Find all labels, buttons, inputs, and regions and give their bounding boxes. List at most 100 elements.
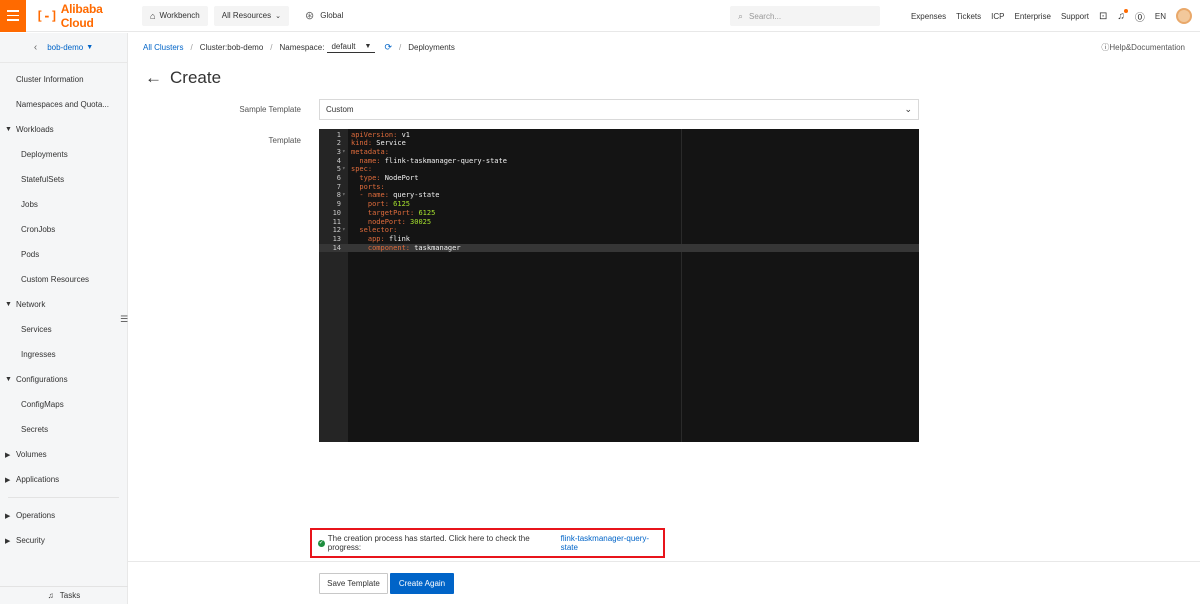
icp-link[interactable]: ICP	[991, 12, 1004, 21]
create-again-button[interactable]: Create Again	[390, 573, 454, 594]
workbench-button[interactable]: ⌂ Workbench	[142, 5, 208, 26]
success-check-icon: ✓	[318, 539, 325, 547]
fold-toggle-icon[interactable]: ▾	[342, 148, 346, 157]
line-number: 14	[332, 243, 341, 252]
code-line[interactable]: 6 type: NodePort	[319, 174, 919, 183]
breadcrumb-cluster[interactable]: Cluster:bob-demo	[200, 43, 264, 52]
code-text: metadata:	[351, 147, 389, 156]
user-avatar[interactable]	[1176, 8, 1192, 24]
help-documentation-link[interactable]: ⓘHelp&Documentation	[1101, 42, 1185, 53]
creation-started-notice: ✓ The creation process has started. Clic…	[310, 528, 665, 558]
yaml-template-editor[interactable]: 1 apiVersion: v1 2 kind: Service 3 ▾ metadata:…	[319, 129, 919, 442]
line-number: 10	[332, 208, 341, 217]
back-chevron-icon[interactable]: ‹	[34, 42, 37, 53]
line-number: 7	[336, 182, 341, 191]
region-selector[interactable]: ⊛ Global	[305, 9, 343, 22]
code-line[interactable]: 1 apiVersion: v1	[319, 131, 919, 140]
sidebar-group-network[interactable]: ▼ Network	[0, 292, 127, 317]
code-line[interactable]: 9 port: 6125	[319, 200, 919, 209]
line-number: 9	[336, 200, 341, 209]
search-input[interactable]: ⌕ Search...	[730, 6, 880, 26]
code-line[interactable]: 5 ▾ spec:	[319, 165, 919, 174]
hamburger-menu-icon[interactable]	[0, 0, 26, 32]
namespace-label: Namespace:	[279, 43, 325, 52]
line-number: 2	[336, 139, 341, 148]
code-text: type: NodePort	[351, 174, 419, 182]
sidebar-item-cluster-information[interactable]: Cluster Information	[0, 67, 127, 92]
sidebar-group-applications[interactable]: ▶ Applications	[0, 467, 127, 492]
sidebar-item-namespaces[interactable]: Namespaces and Quota...	[0, 92, 127, 117]
sidebar-item-jobs[interactable]: Jobs	[0, 192, 127, 217]
code-line[interactable]: 2 kind: Service	[319, 139, 919, 148]
refresh-icon[interactable]: ⟳	[384, 42, 392, 53]
expanded-triangle-icon: ▼	[5, 301, 12, 308]
sidebar-item-custom-resources[interactable]: Custom Resources	[0, 267, 127, 292]
home-icon: ⌂	[150, 10, 156, 21]
sidebar-group-volumes[interactable]: ▶ Volumes	[0, 442, 127, 467]
cluster-selector[interactable]: ‹ bob-demo ▼	[0, 33, 127, 63]
back-arrow-icon[interactable]: ←	[145, 68, 162, 88]
code-line[interactable]: 7 ports:	[319, 183, 919, 192]
code-text: component: taskmanager	[351, 243, 461, 252]
code-line[interactable]: 8 ▾ - name: query-state	[319, 191, 919, 200]
fold-toggle-icon[interactable]: ▾	[342, 165, 346, 174]
sidebar: ‹ bob-demo ▼ Cluster Information Namespa…	[0, 33, 128, 604]
sidebar-item-deployments[interactable]: Deployments	[0, 142, 127, 167]
line-number: 12	[332, 226, 341, 235]
code-text: targetPort: 6125	[351, 208, 436, 217]
terminal-icon[interactable]: ⊡	[1099, 11, 1107, 22]
sidebar-group-security[interactable]: ▶ Security	[0, 528, 127, 553]
help-icon[interactable]: ⓪	[1135, 9, 1145, 24]
sidebar-item-configmaps[interactable]: ConfigMaps	[0, 392, 127, 417]
namespace-select[interactable]: default ▼	[327, 42, 376, 53]
code-text: kind: Service	[351, 139, 406, 148]
code-line[interactable]: 4 name: flink-taskmanager-query-state	[319, 157, 919, 166]
tasks-button[interactable]: ♫ Tasks	[0, 586, 128, 604]
sidebar-group-workloads[interactable]: ▼ Workloads	[0, 117, 127, 142]
line-number: 1	[336, 130, 341, 139]
sidebar-group-operations[interactable]: ▶ Operations	[0, 503, 127, 528]
caret-down-icon: ▼	[86, 44, 94, 51]
sidebar-collapse-handle-icon[interactable]: ☰	[120, 314, 128, 325]
code-line[interactable]: 11 nodePort: 30025	[319, 218, 919, 227]
globe-icon: ⊛	[305, 10, 315, 22]
code-line[interactable]: 3 ▾ metadata:	[319, 148, 919, 157]
alibaba-cloud-logo[interactable]: [-] Alibaba Cloud	[36, 2, 136, 30]
code-line[interactable]: 14 component: taskmanager	[319, 243, 919, 253]
line-number: 6	[336, 174, 341, 182]
template-label: Template	[268, 136, 301, 145]
sample-template-select[interactable]: Custom ⌄	[319, 99, 919, 120]
notification-bell-icon[interactable]: ♫	[1117, 8, 1128, 22]
fold-toggle-icon[interactable]: ▾	[342, 191, 346, 200]
expanded-triangle-icon: ▼	[5, 126, 12, 133]
sidebar-item-secrets[interactable]: Secrets	[0, 417, 127, 442]
sidebar-item-services[interactable]: Services	[0, 317, 127, 342]
code-line[interactable]: 12 ▾ selector:	[319, 226, 919, 235]
sidebar-item-ingresses[interactable]: Ingresses	[0, 342, 127, 367]
tickets-link[interactable]: Tickets	[956, 12, 981, 21]
code-text: nodePort: 30025	[351, 217, 432, 226]
sample-template-label: Sample Template	[239, 105, 301, 114]
support-link[interactable]: Support	[1061, 12, 1089, 21]
code-text: spec:	[351, 165, 373, 174]
language-switch[interactable]: EN	[1155, 12, 1166, 21]
all-resources-dropdown[interactable]: All Resources ⌄	[213, 5, 289, 26]
breadcrumb-all-clusters[interactable]: All Clusters	[143, 43, 183, 52]
line-number: 3	[336, 147, 341, 156]
sidebar-group-configurations[interactable]: ▼ Configurations	[0, 367, 127, 392]
caret-down-icon: ▼	[364, 43, 372, 50]
sidebar-item-statefulsets[interactable]: StatefulSets	[0, 167, 127, 192]
sidebar-item-pods[interactable]: Pods	[0, 242, 127, 267]
expenses-link[interactable]: Expenses	[911, 12, 946, 21]
code-line[interactable]: 10 targetPort: 6125	[319, 209, 919, 218]
line-number: 11	[332, 217, 341, 226]
fold-toggle-icon[interactable]: ▾	[342, 226, 346, 235]
save-template-button[interactable]: Save Template	[319, 573, 388, 594]
code-line[interactable]: 13 app: flink	[319, 235, 919, 244]
search-icon: ⌕	[738, 10, 744, 21]
alibaba-logo-icon: [-]	[36, 8, 58, 23]
enterprise-link[interactable]: Enterprise	[1014, 12, 1050, 21]
sidebar-item-cronjobs[interactable]: CronJobs	[0, 217, 127, 242]
progress-link[interactable]: flink-taskmanager-query-state	[561, 534, 663, 552]
code-text: apiVersion: v1	[351, 130, 411, 139]
